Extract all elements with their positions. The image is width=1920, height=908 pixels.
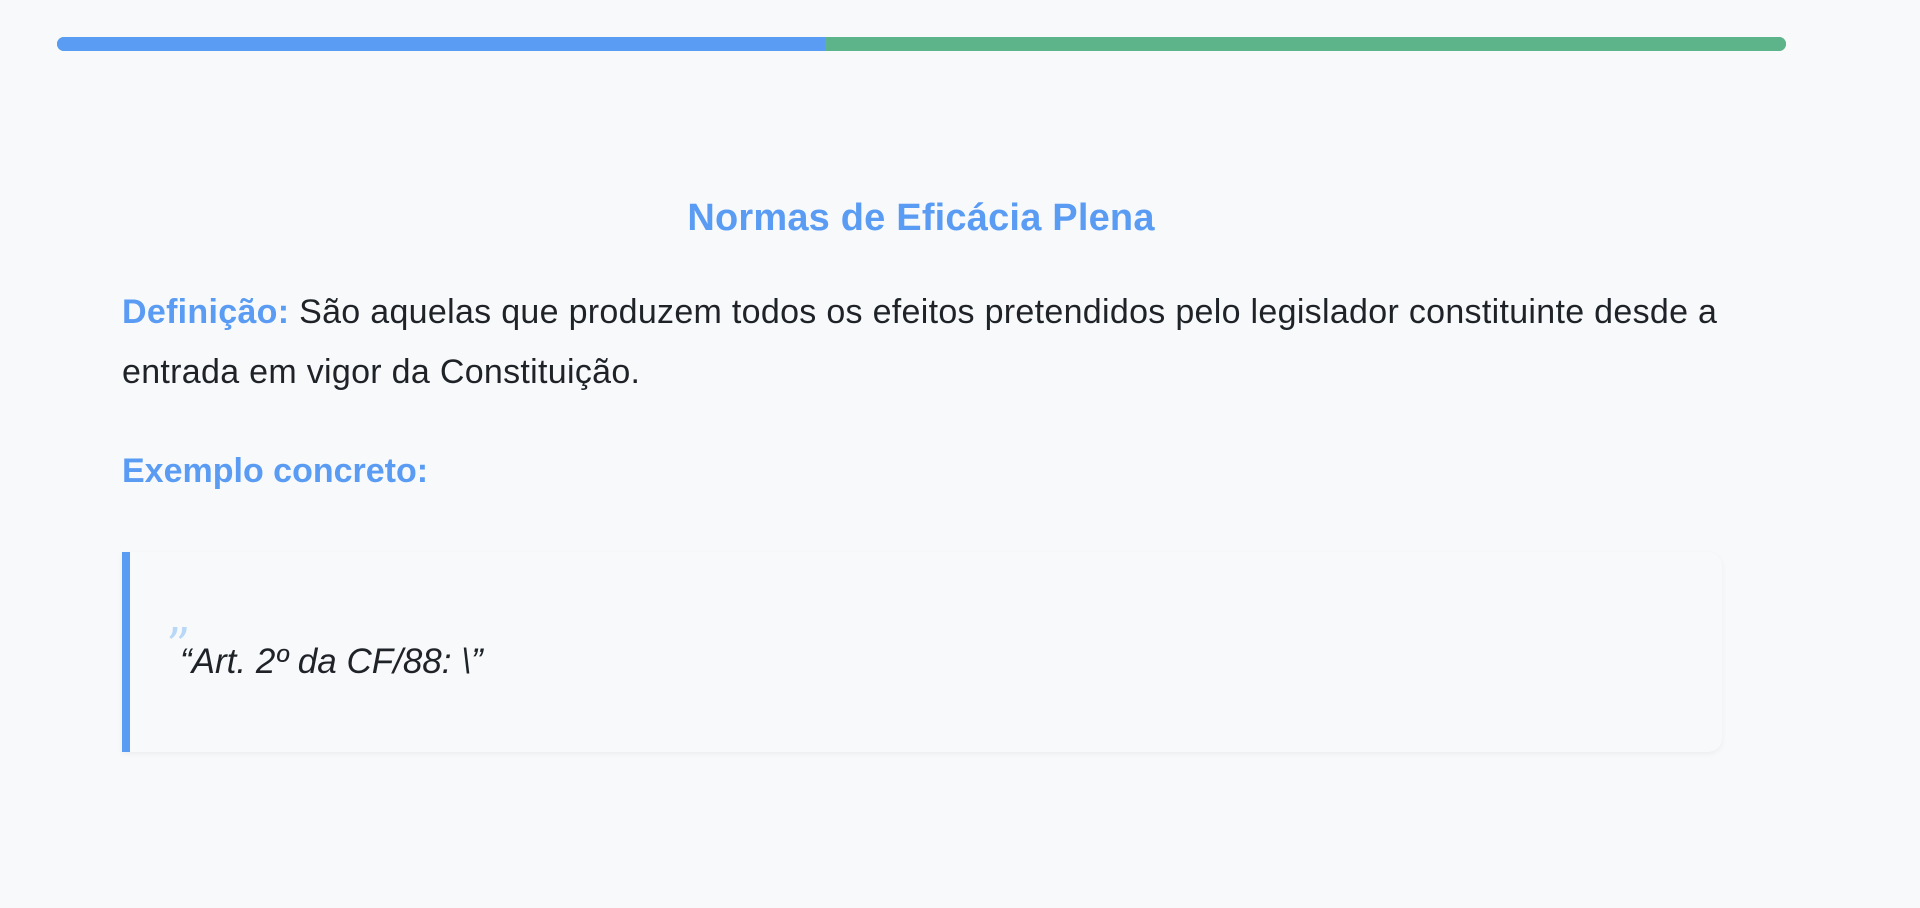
card-title: Normas de Eficácia Plena [687,197,1155,239]
progress-bar-remaining [824,37,1786,51]
quote-text: “Art. 2º da CF/88: \” [180,642,483,681]
example-heading: Exemplo concreto: [122,452,429,490]
progress-bar [57,37,1786,51]
progress-bar-fill [57,37,825,51]
definition-paragraph: Definição: São aquelas que produzem todo… [122,282,1722,402]
definition-label: Definição: [122,293,290,331]
definition-text: São aquelas que produzem todos os efeito… [122,293,1718,391]
example-quote-block: ” “Art. 2º da CF/88: \” [122,552,1722,752]
